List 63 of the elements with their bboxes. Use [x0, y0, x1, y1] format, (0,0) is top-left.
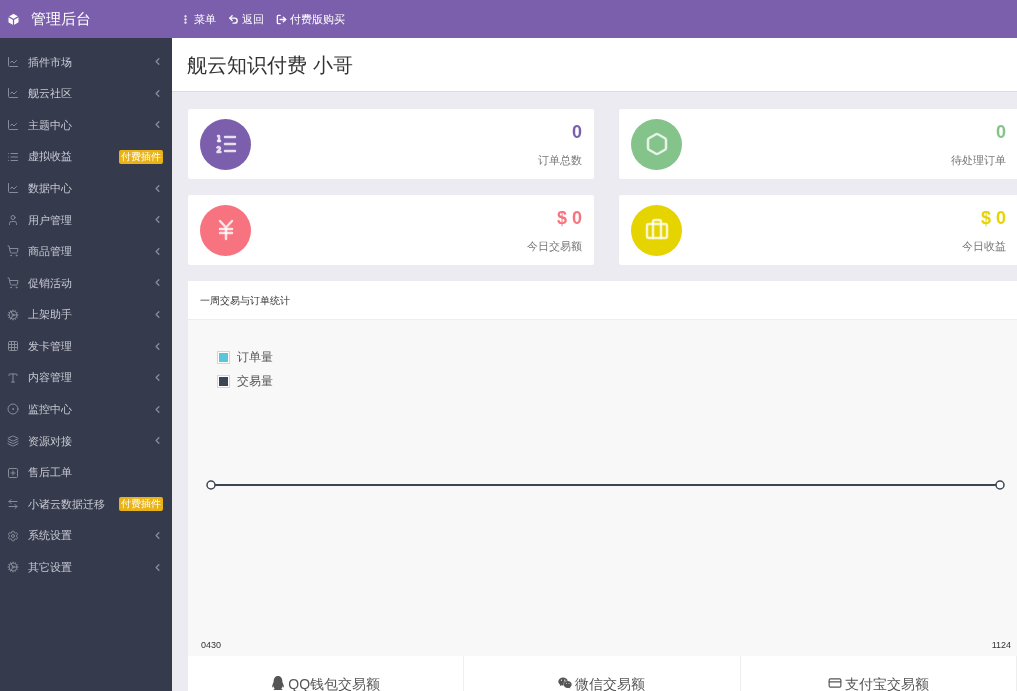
exchange-icon	[7, 498, 19, 511]
paid-tag: 付费插件	[119, 497, 163, 512]
sidebar-item[interactable]: 系统设置	[0, 519, 172, 552]
paid-tag: 付费插件	[119, 149, 163, 164]
chart-icon	[7, 55, 19, 68]
header-link[interactable]: 菜单	[180, 10, 216, 28]
exit-icon	[276, 13, 287, 25]
stat-label: 今日收益	[962, 239, 1006, 255]
plus-square-icon	[7, 466, 19, 479]
sidebar-item[interactable]: 主题中心	[0, 109, 172, 141]
panel-title: 一周交易与订单统计	[200, 293, 290, 308]
axis-label: 1124	[991, 638, 1011, 652]
sidebar-item[interactable]: 监控中心	[0, 393, 172, 426]
sidebar-item[interactable]: 其它设置	[0, 551, 172, 584]
sidebar-item[interactable]: 用户管理	[0, 203, 172, 236]
sidebar-item[interactable]: 上架助手	[0, 298, 172, 331]
stat-label: 待处理订单	[951, 153, 1006, 169]
total-label: 微信交易额	[575, 675, 646, 691]
stat-label: 订单总数	[538, 153, 582, 169]
target-icon	[7, 403, 19, 416]
card-icon	[827, 676, 842, 690]
chart-icon	[7, 87, 19, 100]
sidebar-item[interactable]: 售后工单	[0, 456, 172, 489]
axis-label: 0430	[201, 638, 222, 652]
header-link[interactable]: 返回	[228, 10, 264, 28]
chart-icon	[7, 119, 19, 131]
sidebar-item[interactable]: 舰云社区	[0, 77, 172, 110]
sidebar-item[interactable]: 内容管理	[0, 361, 172, 394]
sidebar-item[interactable]: 发卡管理	[0, 330, 172, 362]
hexagon-icon	[644, 132, 669, 156]
sidebar-item[interactable]: 小诸云数据迁移 付费插件	[0, 488, 172, 520]
brand-title: 管理后台	[31, 8, 91, 29]
sidebar-item[interactable]: 资源对接	[0, 425, 172, 457]
stat-value: $ 0	[556, 207, 582, 231]
stat-value: 0	[572, 121, 582, 145]
grid-icon	[7, 340, 19, 353]
stat-label: 今日交易额	[527, 239, 582, 255]
page-title: 舰云知识付费 小哥	[187, 52, 353, 78]
settings-icon	[7, 529, 19, 542]
stat-value: $ 0	[980, 207, 1006, 231]
stat-value: 0	[996, 121, 1006, 145]
list-icon	[7, 150, 19, 163]
cube-icon	[6, 11, 21, 27]
chart-icon	[7, 182, 19, 195]
total-label: 支付宝交易额	[844, 675, 929, 691]
sidebar-item[interactable]: 插件市场	[0, 46, 172, 78]
header-link[interactable]: 付费版购买	[276, 10, 345, 28]
briefcase-icon	[644, 218, 669, 242]
sidebar-item[interactable]: 数据中心	[0, 172, 172, 204]
legend-label: 订单量	[237, 349, 273, 366]
back-arrow-icon	[228, 13, 239, 25]
user-icon	[7, 213, 19, 226]
sidebar-item[interactable]: 促销活动	[0, 267, 172, 299]
sidebar-item[interactable]: 商品管理	[0, 235, 172, 268]
legend-label: 交易量	[237, 373, 273, 390]
chat-bubbles-icon	[558, 676, 573, 690]
cart-icon	[7, 245, 19, 258]
text-icon	[7, 371, 19, 384]
total-label: QQ钱包交易额	[288, 675, 381, 691]
penguin-icon	[271, 676, 286, 690]
numbered-list-icon	[213, 132, 238, 156]
cart-icon	[7, 276, 19, 289]
sidebar-item[interactable]: 虚拟收益 付费插件	[0, 140, 172, 173]
